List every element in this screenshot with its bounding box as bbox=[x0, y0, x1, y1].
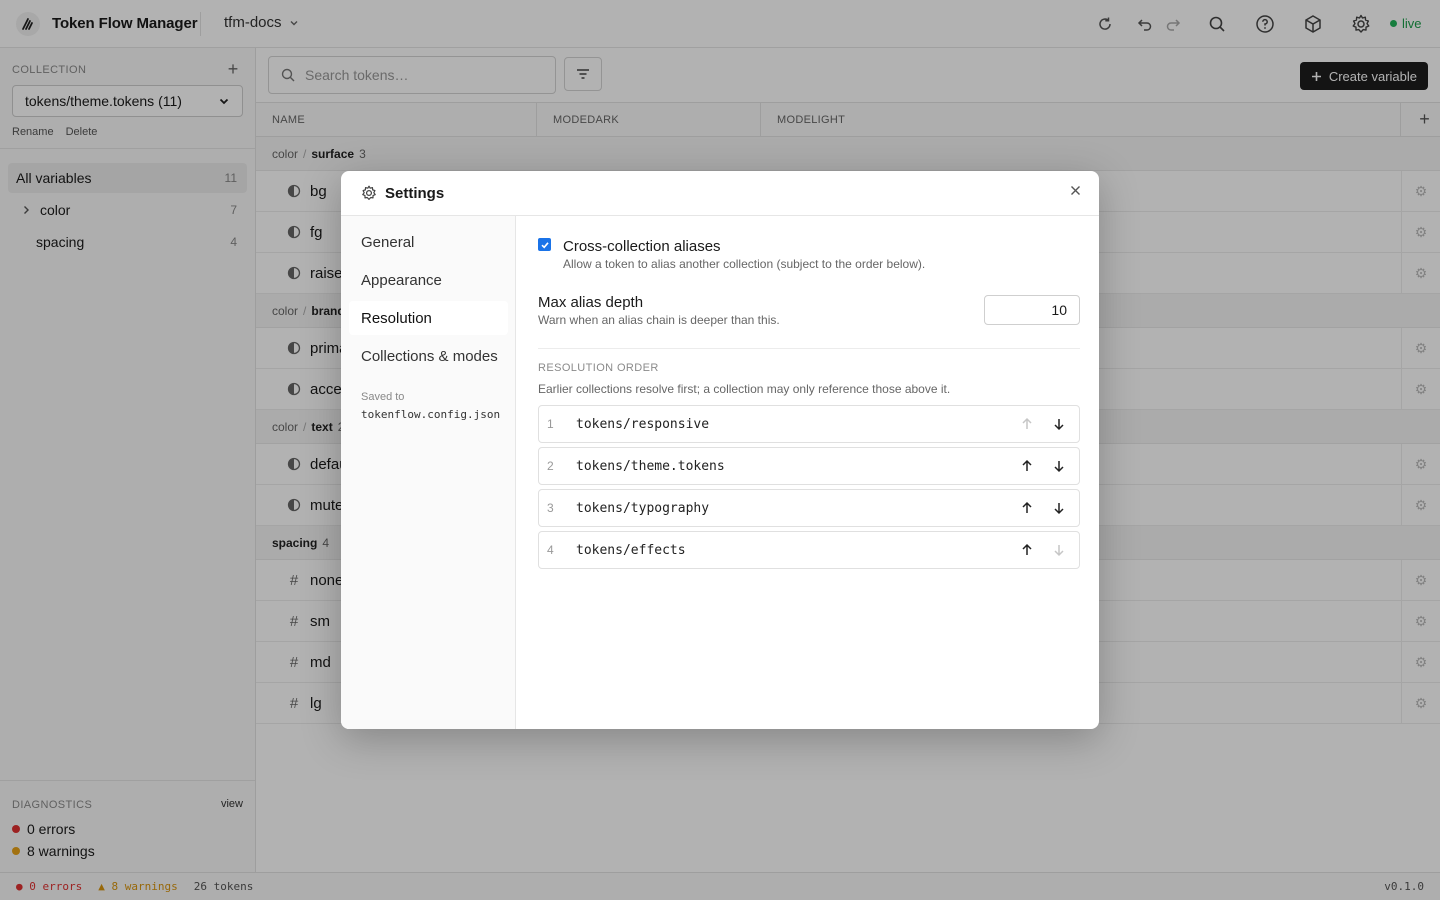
nav-collections-modes[interactable]: Collections & modes bbox=[349, 339, 508, 373]
move-down-icon[interactable] bbox=[1051, 500, 1067, 516]
move-up-icon[interactable] bbox=[1019, 542, 1035, 558]
max-depth-title: Max alias depth bbox=[538, 294, 644, 311]
order-item[interactable]: 2 tokens/theme.tokens bbox=[538, 447, 1080, 485]
order-item[interactable]: 3 tokens/typography bbox=[538, 489, 1080, 527]
dialog-title: Settings bbox=[385, 185, 445, 202]
move-down-icon bbox=[1051, 542, 1067, 558]
dialog-header: Settings bbox=[341, 171, 1099, 216]
move-down-icon[interactable] bbox=[1051, 416, 1067, 432]
order-item[interactable]: 1 tokens/responsive bbox=[538, 405, 1080, 443]
resolution-order-label: RESOLUTION ORDER bbox=[538, 362, 659, 374]
order-item[interactable]: 4 tokens/effects bbox=[538, 531, 1080, 569]
order-number: 4 bbox=[547, 543, 554, 557]
order-collection-name: tokens/effects bbox=[576, 543, 686, 558]
nav-resolution[interactable]: Resolution bbox=[349, 301, 508, 335]
max-depth-input[interactable]: 10 bbox=[984, 295, 1080, 325]
order-number: 3 bbox=[547, 501, 554, 515]
move-up-icon bbox=[1019, 416, 1035, 432]
settings-nav: General Appearance Resolution Collection… bbox=[341, 216, 516, 729]
order-collection-name: tokens/typography bbox=[576, 501, 710, 516]
max-depth-desc: Warn when an alias chain is deeper than … bbox=[538, 313, 780, 327]
order-number: 1 bbox=[547, 417, 554, 431]
resolution-order-desc: Earlier collections resolve first; a col… bbox=[538, 382, 951, 396]
move-up-icon[interactable] bbox=[1019, 458, 1035, 474]
nav-general[interactable]: General bbox=[349, 225, 508, 259]
order-collection-name: tokens/theme.tokens bbox=[576, 459, 725, 474]
saved-to-label: Saved to bbox=[361, 391, 405, 403]
checkmark-icon bbox=[540, 241, 549, 248]
nav-appearance[interactable]: Appearance bbox=[349, 263, 508, 297]
config-file-name: tokenflow.config.json bbox=[361, 408, 501, 421]
close-icon[interactable] bbox=[1070, 185, 1081, 196]
divider bbox=[538, 348, 1080, 349]
order-number: 2 bbox=[547, 459, 554, 473]
resolution-settings: Cross-collection aliases Allow a token t… bbox=[517, 216, 1099, 729]
settings-icon bbox=[361, 185, 377, 201]
cross-collection-checkbox[interactable] bbox=[538, 238, 551, 251]
cross-collection-title: Cross-collection aliases bbox=[563, 238, 721, 255]
move-down-icon[interactable] bbox=[1051, 458, 1067, 474]
cross-collection-desc: Allow a token to alias another collectio… bbox=[563, 257, 926, 271]
order-collection-name: tokens/responsive bbox=[576, 417, 710, 432]
move-up-icon[interactable] bbox=[1019, 500, 1035, 516]
settings-dialog: Settings General Appearance Resolution C… bbox=[341, 171, 1099, 729]
